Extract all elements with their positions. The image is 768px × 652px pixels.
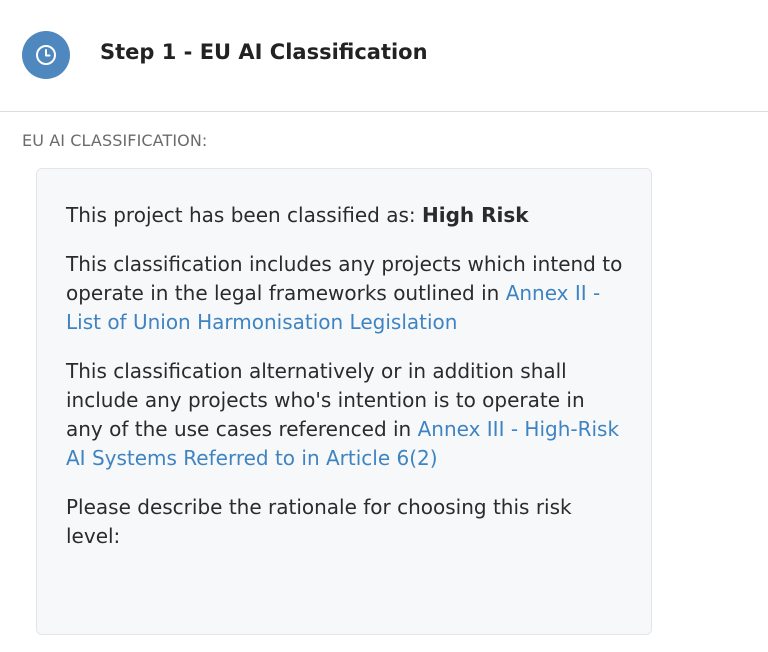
clock-icon xyxy=(22,31,70,79)
classification-prefix: This project has been classified as: xyxy=(66,203,422,227)
section-label: EU AI CLASSIFICATION: xyxy=(22,131,208,150)
step-title: Step 1 - EU AI Classification xyxy=(100,40,428,64)
annex-iii-paragraph: This classification alternatively or in … xyxy=(66,357,623,473)
classification-card: This project has been classified as: Hig… xyxy=(36,168,652,635)
annex-ii-paragraph: This classification includes any project… xyxy=(66,250,623,337)
rationale-prompt: Please describe the rationale for choosi… xyxy=(66,495,572,548)
step-header: Step 1 - EU AI Classification xyxy=(0,0,768,112)
classification-statement: This project has been classified as: Hig… xyxy=(66,201,623,230)
classification-value: High Risk xyxy=(421,203,529,227)
